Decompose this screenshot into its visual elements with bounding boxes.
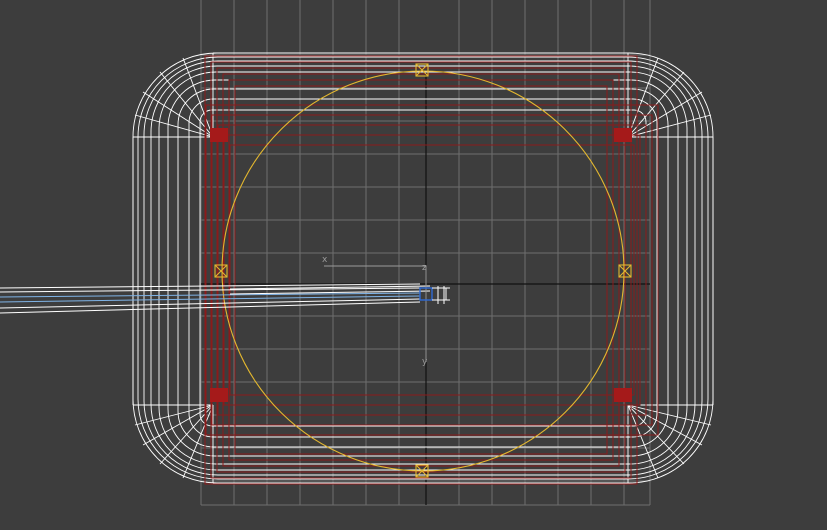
- transform-gizmo[interactable]: [324, 265, 450, 362]
- gizmo-z-label: z: [422, 263, 427, 273]
- gizmo-x-label: x: [322, 255, 328, 265]
- corner-fan-top-right: [627, 53, 713, 138]
- corner-markers: [210, 128, 632, 402]
- viewport-top[interactable]: x z y: [0, 0, 827, 530]
- gizmo-y-label: y: [422, 357, 428, 367]
- viewport-canvas[interactable]: x z y: [0, 0, 827, 530]
- mesh-inner-wireframe: [204, 55, 659, 485]
